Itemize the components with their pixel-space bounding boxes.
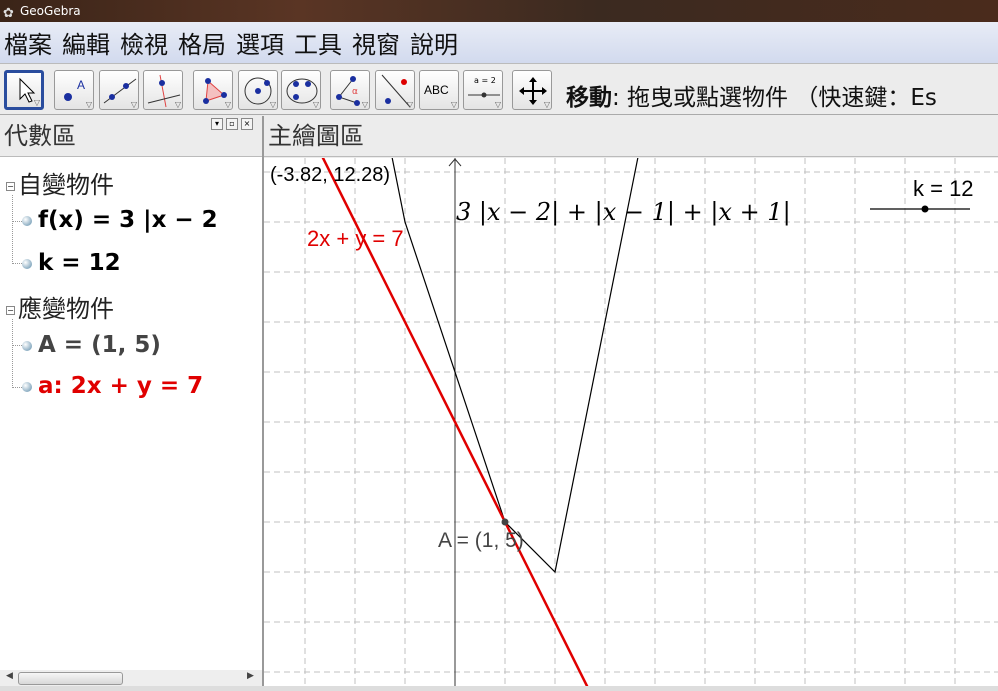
algebra-item-a[interactable]: a: 2x + y = 7 (22, 373, 203, 399)
close-view-icon[interactable]: × (241, 118, 253, 130)
move-view-tool-button[interactable]: ▽ (512, 70, 552, 110)
angle-tool-button[interactable]: α ▽ (330, 70, 370, 110)
slider-k-label: k = 12 (913, 176, 974, 201)
menu-options[interactable]: 選項 (236, 25, 284, 60)
free-objects-group[interactable]: − 自變物件 (6, 165, 114, 200)
point-A-label: A = (1, 5) (438, 529, 524, 552)
slider-tool-button[interactable]: a = 2 ▽ (463, 70, 503, 110)
graphics-view-title: 主繪圖區 (268, 122, 364, 150)
point-tool-button[interactable]: A ▽ (54, 70, 94, 110)
text-tool-button[interactable]: ABC ▽ (419, 70, 459, 110)
algebra-item-k[interactable]: k = 12 (22, 250, 121, 276)
view-menu-icon[interactable]: ▾ (211, 118, 223, 130)
algebra-horizontal-scrollbar[interactable]: ◀ ▶ (0, 670, 262, 686)
menu-perspectives[interactable]: 格局 (178, 25, 226, 60)
perpendicular-line-tool-button[interactable]: ▽ (143, 70, 183, 110)
point-A (501, 518, 509, 526)
window-title: GeoGebra (20, 4, 81, 18)
svg-text:α: α (352, 87, 358, 97)
circle-tool-button[interactable]: ▽ (238, 70, 278, 110)
menu-edit[interactable]: 編輯 (62, 25, 110, 60)
tool-help-text: 移動: 拖曳或點選物件 （快速鍵：Es (566, 78, 937, 112)
conic-tool-button[interactable]: ▽ (281, 70, 321, 110)
visibility-toggle-icon[interactable] (22, 215, 32, 226)
reflect-tool-button[interactable]: ▽ (375, 70, 415, 110)
undock-icon[interactable]: ▫ (226, 118, 238, 130)
visibility-toggle-icon[interactable] (22, 340, 32, 351)
algebra-item-A[interactable]: A = (1, 5) (22, 332, 161, 358)
tool-description: : 拖曳或點選物件 （快速鍵：Es (612, 85, 937, 111)
function-label: 3 |x − 2| + |x − 1| + |x + 1| (456, 198, 791, 226)
menu-tools[interactable]: 工具 (294, 25, 342, 60)
toolbar: ▽ A ▽ ▽ ▽ ▽ ▽ ▽ α ▽ ▽ ABC ▽ a = 2 ▽ ▽ 移動: 拖曳… (0, 64, 998, 115)
free-objects-label: 自變物件 (18, 171, 114, 199)
algebra-item-f[interactable]: f(x) = 3 |x − 2 (22, 207, 218, 233)
menu-window[interactable]: 視窗 (352, 25, 400, 60)
dependent-objects-label: 應變物件 (18, 295, 114, 323)
algebra-view: − 自變物件 f(x) = 3 |x − 2 k = 12 − 應變物件 A = (… (0, 157, 262, 670)
menu-help[interactable]: 說明 (410, 25, 458, 60)
scrollbar-thumb[interactable] (18, 672, 123, 685)
move-tool-button[interactable]: ▽ (4, 70, 44, 110)
line-tool-button[interactable]: ▽ (99, 70, 139, 110)
text-icon: ABC (424, 83, 449, 97)
menu-bar: 檔案 編輯 檢視 格局 選項 工具 視窗 說明 (0, 22, 998, 64)
collapse-icon[interactable]: − (6, 181, 15, 191)
slider-k-handle (921, 205, 929, 213)
graphics-view-header: 主繪圖區 (264, 116, 998, 157)
visibility-toggle-icon[interactable] (22, 381, 32, 392)
collapse-icon[interactable]: − (6, 305, 15, 315)
tool-name: 移動 (566, 85, 612, 111)
menu-view[interactable]: 檢視 (120, 25, 168, 60)
visibility-toggle-icon[interactable] (22, 258, 32, 269)
coordinate-readout: (-3.82, 12.28) (270, 164, 391, 186)
title-bar: ✿ GeoGebra (0, 0, 998, 22)
scroll-left-icon[interactable]: ◀ (6, 671, 13, 681)
menu-file[interactable]: 檔案 (4, 25, 52, 60)
algebra-view-title: 代數區 (4, 122, 76, 150)
polygon-tool-button[interactable]: ▽ (193, 70, 233, 110)
input-bar (0, 686, 998, 691)
dependent-objects-group[interactable]: − 應變物件 (6, 289, 114, 324)
line-label: 2x + y = 7 (307, 226, 404, 251)
scroll-right-icon[interactable]: ▶ (247, 671, 254, 681)
graphics-view[interactable]: (-3.82, 12.28) 2x + y = 7 3 |x − 2| + |x… (264, 158, 998, 686)
svg-text:A: A (77, 78, 85, 92)
